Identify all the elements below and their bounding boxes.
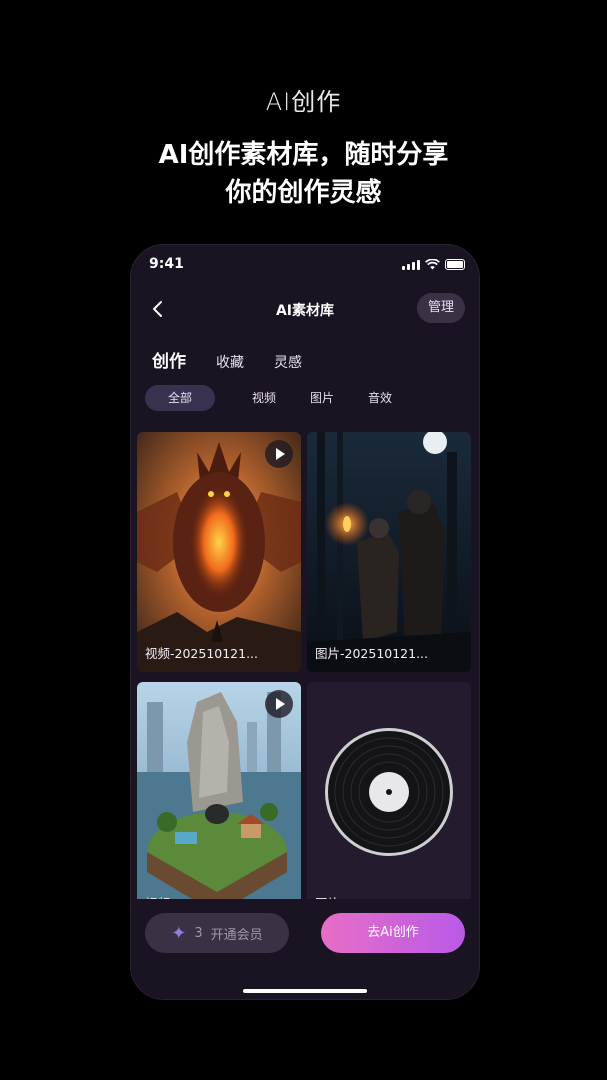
filter-image[interactable]: 图片 [293, 385, 351, 411]
promo-title-line1: AI创作素材库，随时分享 [158, 140, 449, 170]
open-membership-button[interactable]: ✦ 3 开通会员 [145, 913, 289, 953]
play-icon[interactable] [265, 440, 293, 468]
filter-all[interactable]: 全部 [145, 385, 215, 411]
tab-bar: 创作 收藏 灵感 [152, 347, 302, 372]
signal-icon [402, 260, 420, 270]
status-bar: 9:41 [131, 245, 479, 285]
asset-card-label: 视频-202510121... [145, 646, 259, 661]
status-icons [402, 259, 465, 270]
promo-title: AI创作素材库，随时分享 你的创作灵感 [0, 136, 607, 212]
status-time: 9:41 [149, 256, 184, 272]
wifi-icon [425, 259, 440, 270]
asset-card-video-dragon[interactable]: 视频-202510121... [137, 432, 301, 672]
go-ai-create-button[interactable]: 去Ai创作 [321, 913, 465, 953]
manage-button[interactable]: 管理 [417, 293, 465, 323]
asset-card-label: 图片-202510121... [315, 646, 429, 661]
asset-card-audio[interactable]: 图片-202510121... [307, 682, 471, 922]
nav-bar: AI素材库 管理 [131, 293, 479, 325]
dragon-thumbnail [137, 432, 301, 672]
vinyl-record-icon [307, 682, 471, 922]
credits-count: 3 [194, 925, 203, 941]
asset-card-video-island[interactable]: 视频-202510121... [137, 682, 301, 922]
sparkle-icon: ✦ [171, 922, 187, 944]
tab-favorites[interactable]: 收藏 [216, 352, 244, 372]
island-thumbnail [137, 682, 301, 922]
home-indicator [243, 989, 367, 993]
tab-inspiration[interactable]: 灵感 [274, 352, 302, 372]
filter-audio[interactable]: 音效 [351, 385, 409, 411]
membership-label: 开通会员 [210, 927, 263, 943]
bottom-action-bar: ✦ 3 开通会员 去Ai创作 [131, 899, 479, 999]
battery-icon [445, 259, 465, 270]
promo-subtitle: AI创作 [265, 88, 342, 116]
knights-thumbnail [307, 432, 471, 672]
tab-create[interactable]: 创作 [152, 347, 186, 372]
promo-title-line2: 你的创作灵感 [225, 178, 382, 208]
asset-card-image-knights[interactable]: 图片-202510121... [307, 432, 471, 672]
phone-frame: 9:41 AI素材库 管理 创作 收藏 灵感 全部 视频 图片 音效 视频-20… [130, 244, 480, 1000]
play-icon[interactable] [265, 690, 293, 718]
filter-bar: 全部 视频 图片 音效 [145, 385, 409, 411]
filter-video[interactable]: 视频 [235, 385, 293, 411]
